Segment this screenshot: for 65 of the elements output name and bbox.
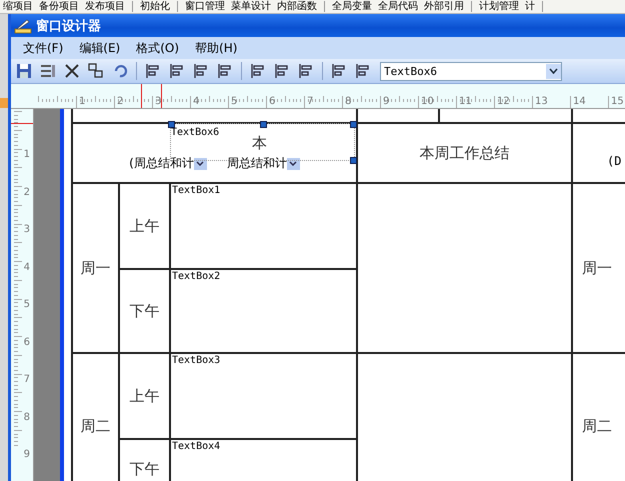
caret-icon — [549, 68, 558, 74]
ruler-label: 13 — [532, 96, 548, 108]
cut-icon[interactable] — [63, 62, 81, 80]
ruler-label: 6 — [266, 96, 276, 108]
ruler-label: 4 — [190, 96, 200, 108]
ruler-label: 4 — [24, 262, 30, 272]
period-label: 上午 — [130, 386, 160, 406]
background-menu-item[interactable]: 外部引用 — [421, 0, 467, 13]
menu-item[interactable]: 文件(F) — [15, 40, 72, 56]
ruler-label: 6 — [24, 336, 30, 348]
textbox-control[interactable]: TextBox4 — [172, 441, 220, 452]
copy-icon[interactable] — [87, 62, 105, 80]
ruler-label: 1 — [24, 149, 30, 160]
ruler-label: 12 — [494, 96, 510, 108]
period-label: 下午 — [130, 302, 160, 320]
background-menu-item[interactable]: 全局代码 — [375, 0, 421, 13]
background-menu-item[interactable]: 计 — [522, 0, 538, 13]
background-menu-item[interactable]: 菜单设计 — [228, 0, 274, 13]
background-menu-item[interactable]: 窗口管理 — [182, 0, 228, 13]
menu-item[interactable]: 帮助(H) — [187, 40, 246, 56]
object-select[interactable]: TextBox6 — [380, 62, 562, 80]
day-label: 周二 — [582, 416, 612, 436]
background-menu-item[interactable]: 初始化 — [137, 0, 173, 13]
day-label: 周一 — [80, 258, 110, 278]
pencil-ruler-icon — [14, 18, 32, 34]
caret-icon — [196, 161, 204, 166]
menu-item[interactable]: 编辑(E) — [71, 40, 128, 56]
ruler-label: 9 — [380, 96, 390, 108]
ruler-label: 9 — [24, 449, 30, 460]
textbox-control[interactable]: TextBox1 — [172, 185, 220, 196]
textbox-control[interactable]: TextBox3 — [172, 355, 220, 366]
ruler-label: 5 — [228, 96, 238, 108]
ruler-label: 8 — [24, 412, 30, 422]
caret-icon — [289, 161, 298, 166]
ruler-label: 2 — [114, 96, 124, 108]
ruler-label: 3 — [24, 224, 30, 235]
textbox-control[interactable]: TextBox2 — [172, 271, 220, 282]
ruler-label: 11 — [456, 96, 472, 108]
background-menu-item[interactable]: 备份项目 — [36, 0, 82, 13]
menu-item[interactable]: 格式(O) — [128, 40, 188, 56]
header-title: 本 — [252, 134, 267, 153]
ruler-label: 8 — [342, 96, 352, 108]
background-menu-item[interactable]: 计划管理 — [476, 0, 522, 13]
ruler-label: 10 — [418, 96, 434, 108]
day-label: 周二 — [80, 416, 110, 436]
window-title: 窗口设计器 — [36, 18, 101, 34]
ruler-label: 5 — [24, 299, 30, 310]
column-header: (D — [607, 154, 622, 168]
ruler-label: 15 — [608, 96, 624, 108]
summary-header: 本周工作总结 — [420, 144, 510, 162]
period-label: 下午 — [130, 460, 160, 478]
save-icon[interactable] — [15, 62, 33, 80]
ruler-label: 7 — [304, 96, 314, 108]
background-menu-item[interactable]: 全局变量 — [329, 0, 375, 13]
background-menu-item[interactable]: 缩项目 — [0, 0, 36, 13]
ruler-label: 14 — [570, 96, 586, 108]
ruler-label: 7 — [24, 374, 30, 385]
list-icon[interactable] — [39, 62, 57, 80]
ruler-label: 3 — [152, 96, 162, 108]
ruler-label: 2 — [24, 186, 30, 198]
ruler-label: 1 — [76, 96, 86, 108]
day-label: 周一 — [582, 258, 612, 278]
period-label: 上午 — [130, 216, 160, 236]
background-menu-item[interactable]: 内部函数 — [274, 0, 320, 13]
background-menu-item[interactable]: 发布项目 — [82, 0, 128, 13]
